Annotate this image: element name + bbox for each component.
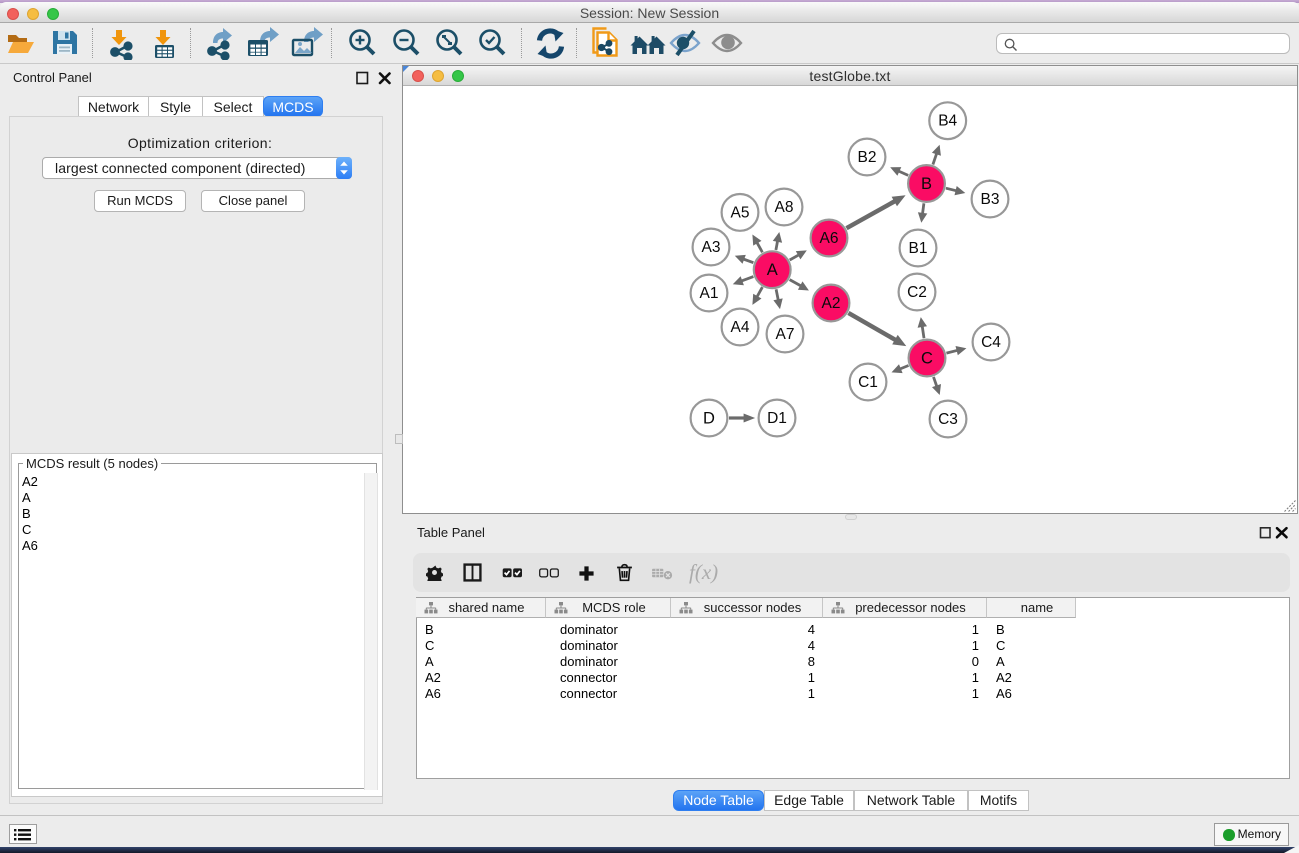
svg-text:B2: B2 (858, 149, 877, 166)
svg-text:A8: A8 (775, 199, 794, 216)
svg-text:D1: D1 (767, 410, 787, 427)
svg-text:C4: C4 (981, 334, 1001, 351)
svg-text:A1: A1 (700, 285, 719, 302)
svg-text:B: B (921, 175, 932, 193)
svg-text:A2: A2 (822, 295, 841, 312)
svg-text:A7: A7 (776, 326, 795, 343)
svg-text:A4: A4 (731, 319, 750, 336)
svg-text:B1: B1 (909, 240, 928, 257)
svg-text:C3: C3 (938, 411, 958, 428)
svg-text:A: A (767, 261, 778, 279)
svg-text:B4: B4 (938, 113, 957, 130)
svg-text:C2: C2 (907, 284, 927, 301)
svg-text:A3: A3 (702, 239, 721, 256)
svg-text:A5: A5 (731, 204, 750, 221)
svg-text:B3: B3 (981, 191, 1000, 208)
svg-text:C1: C1 (858, 374, 878, 391)
svg-text:D: D (703, 410, 715, 428)
svg-text:C: C (921, 350, 933, 368)
svg-text:A6: A6 (820, 230, 839, 247)
